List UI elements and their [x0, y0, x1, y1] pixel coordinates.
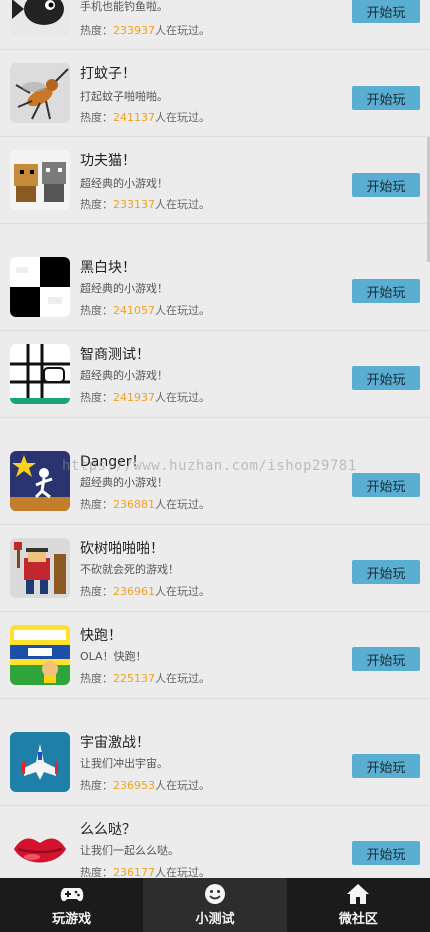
iq-test-grid-icon [10, 344, 70, 404]
game-heat: 热度：225137人在玩过。 [80, 672, 210, 685]
tab-label: 小测试 [195, 912, 235, 927]
fish-icon [10, 0, 70, 35]
game-desc: 超经典的小游戏！ [80, 476, 168, 489]
danger-runner-icon [10, 451, 70, 511]
spaceship-icon [10, 732, 70, 792]
game-heat: 热度：236177人在玩过。 [80, 866, 210, 878]
game-title: 智商测试！ [80, 347, 150, 363]
play-button[interactable]: 开始玩 [352, 0, 420, 23]
game-title: 快跑！ [80, 628, 122, 644]
game-desc: 让我们冲出宇宙。 [80, 757, 168, 770]
game-item[interactable]: 黑白块！ 超经典的小游戏！ 热度：241057人在玩过。 开始玩 [0, 224, 430, 331]
game-item[interactable]: 砍树啪啪啪！ 不砍就会死的游戏！ 热度：236961人在玩过。 开始玩 [0, 525, 430, 612]
watermark: https://www.huzhan.com/ishop29781 [62, 458, 357, 474]
game-heat: 热度：236953人在玩过。 [80, 779, 210, 792]
game-item[interactable]: 智商测试！ 超经典的小游戏！ 热度：241937人在玩过。 开始玩 [0, 331, 430, 418]
play-button[interactable]: 开始玩 [352, 841, 420, 865]
play-button[interactable]: 开始玩 [352, 279, 420, 303]
game-desc: 超经典的小游戏！ [80, 282, 168, 295]
game-desc: 打起蚊子啪啪啪。 [80, 90, 168, 103]
tab-community[interactable]: 微社区 [287, 878, 430, 932]
game-heat: 热度：236881人在玩过。 [80, 498, 210, 511]
game-desc: 超经典的小游戏！ [80, 369, 168, 382]
tab-label: 玩游戏 [52, 912, 92, 927]
game-desc: 手机也能钓鱼啦。 [80, 0, 168, 13]
game-list[interactable]: 手机也能钓鱼啦。 热度：233937人在玩过。 开始玩 打蚊子！ 打起蚊子啪啪啪… [0, 0, 430, 878]
game-item[interactable]: 快跑！ OLA！快跑！ 热度：225137人在玩过。 开始玩 [0, 612, 430, 699]
game-title: 黑白块！ [80, 260, 136, 276]
game-item[interactable]: 么么哒？ 让我们一起么么哒。 热度：236177人在玩过。 开始玩 [0, 806, 430, 878]
smiley-icon [204, 884, 225, 904]
gamepad-icon [60, 888, 83, 902]
game-desc: 不砍就会死的游戏！ [80, 563, 179, 576]
game-heat: 热度：233937人在玩过。 [80, 24, 210, 37]
play-button[interactable]: 开始玩 [352, 86, 420, 110]
game-title: 打蚊子！ [80, 66, 136, 82]
game-title: 功夫猫！ [80, 153, 136, 169]
game-heat: 热度：241137人在玩过。 [80, 111, 210, 124]
game-desc: 超经典的小游戏！ [80, 177, 168, 190]
game-item[interactable]: 手机也能钓鱼啦。 热度：233937人在玩过。 开始玩 [0, 0, 430, 50]
game-heat: 热度：233137人在玩过。 [80, 198, 210, 211]
game-desc: OLA！快跑！ [80, 650, 147, 663]
game-heat: 热度：241937人在玩过。 [80, 391, 210, 404]
tab-play-games[interactable]: 玩游戏 [0, 878, 143, 932]
play-button[interactable]: 开始玩 [352, 173, 420, 197]
run-ola-icon [10, 625, 70, 685]
bottom-tab-bar: 玩游戏 小测试 微社区 [0, 878, 430, 932]
lips-icon [10, 819, 70, 878]
game-title: 么么哒？ [80, 822, 136, 838]
mosquito-icon [10, 63, 70, 123]
play-button[interactable]: 开始玩 [352, 560, 420, 584]
kungfu-cat-icon [10, 150, 70, 210]
game-heat: 热度：236961人在玩过。 [80, 585, 210, 598]
game-heat: 热度：241057人在玩过。 [80, 304, 210, 317]
game-title: 砍树啪啪啪！ [80, 541, 164, 557]
play-button[interactable]: 开始玩 [352, 473, 420, 497]
play-button[interactable]: 开始玩 [352, 366, 420, 390]
tab-label: 微社区 [338, 912, 378, 927]
game-item[interactable]: 功夫猫！ 超经典的小游戏！ 热度：233137人在玩过。 开始玩 [0, 137, 430, 224]
game-item[interactable]: 打蚊子！ 打起蚊子啪啪啪。 热度：241137人在玩过。 开始玩 [0, 50, 430, 137]
play-button[interactable]: 开始玩 [352, 754, 420, 778]
black-white-tiles-icon [10, 257, 70, 317]
game-desc: 让我们一起么么哒。 [80, 844, 179, 857]
game-item[interactable]: 宇宙激战！ 让我们冲出宇宙。 热度：236953人在玩过。 开始玩 [0, 699, 430, 806]
lumberjack-icon [10, 538, 70, 598]
tab-quiz[interactable]: 小测试 [143, 878, 287, 932]
game-title: 宇宙激战！ [80, 735, 150, 751]
home-icon [347, 884, 370, 904]
play-button[interactable]: 开始玩 [352, 647, 420, 671]
